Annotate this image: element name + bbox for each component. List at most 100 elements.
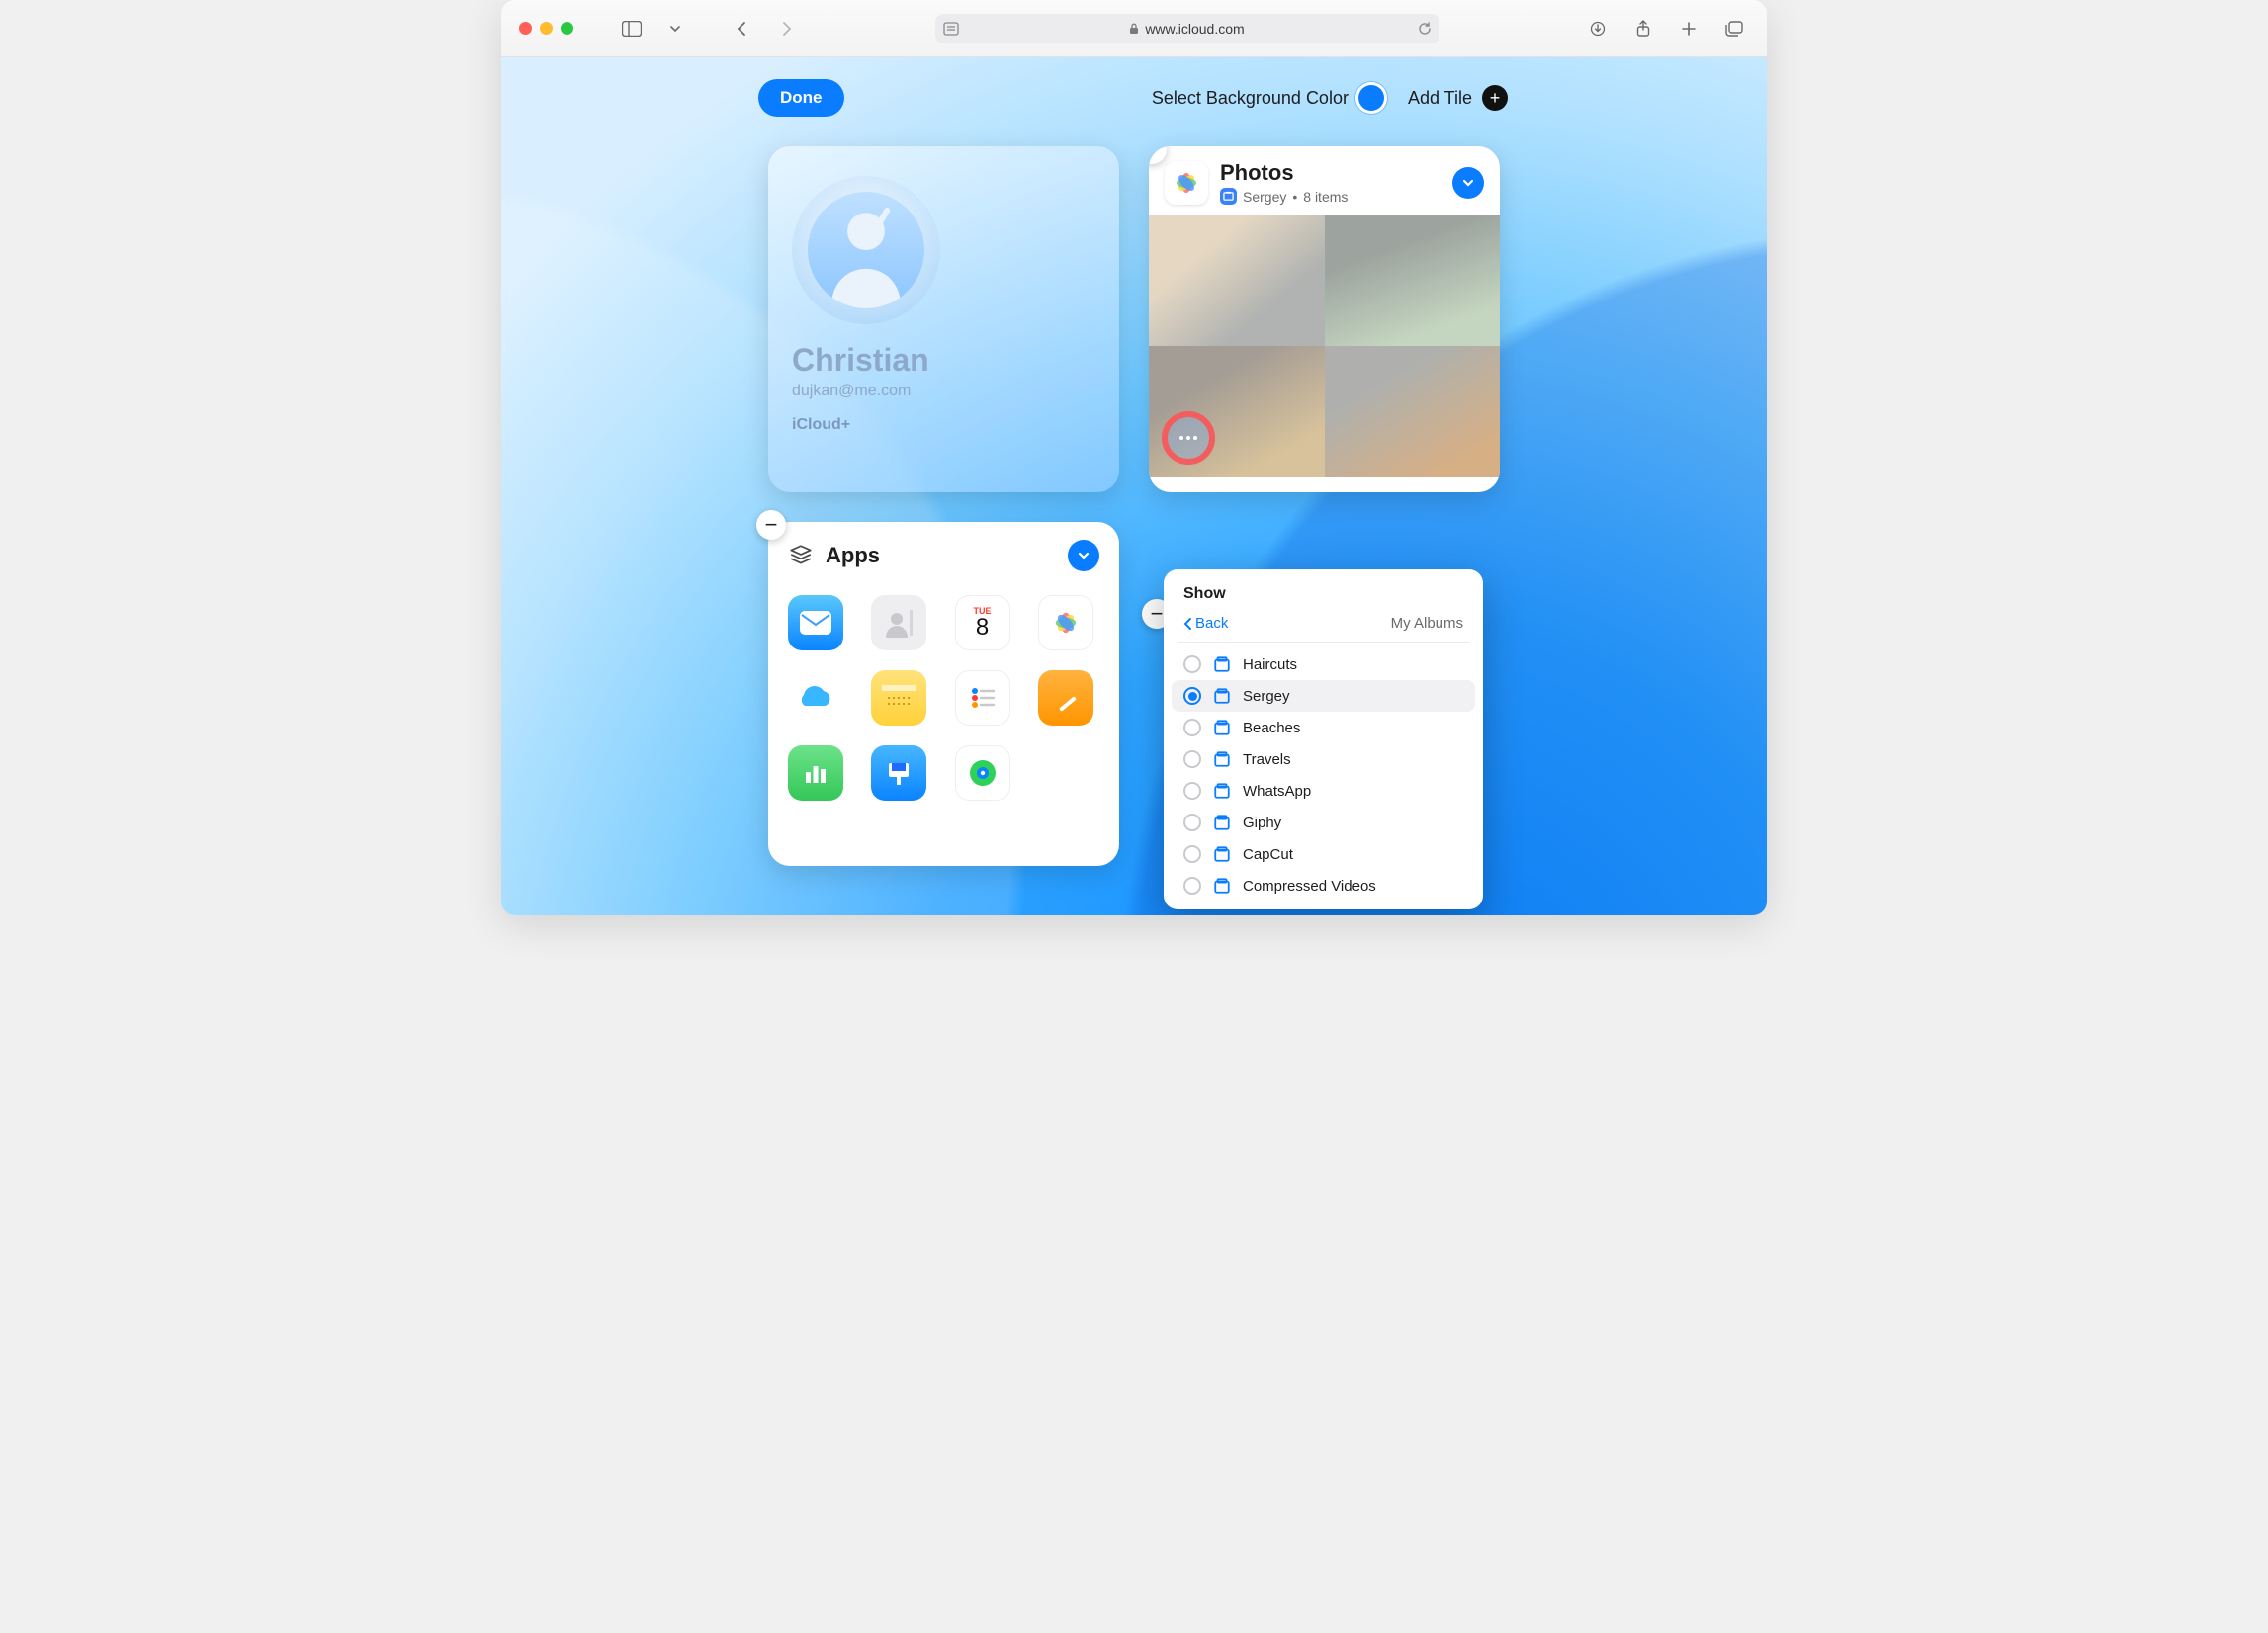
minimize-window-button[interactable] bbox=[540, 22, 553, 35]
reader-mode-icon[interactable] bbox=[943, 22, 959, 36]
album-option-label: Sergey bbox=[1243, 688, 1290, 705]
app-notes-icon[interactable] bbox=[871, 670, 926, 726]
app-grid: TUE 8 bbox=[788, 595, 1099, 801]
toolbar-right bbox=[1583, 16, 1749, 42]
add-tile-label: Add Tile bbox=[1408, 88, 1472, 109]
app-reminders-icon[interactable] bbox=[955, 670, 1010, 726]
album-option[interactable]: Sergey bbox=[1172, 680, 1475, 712]
app-keynote-icon[interactable] bbox=[871, 745, 926, 801]
reload-icon[interactable] bbox=[1418, 22, 1432, 36]
edit-mode-bar: Done Select Background Color Add Tile + bbox=[501, 57, 1767, 117]
album-icon bbox=[1220, 188, 1237, 205]
share-icon[interactable] bbox=[1628, 16, 1658, 42]
photos-item-count: 8 items bbox=[1303, 189, 1348, 205]
calendar-day: 8 bbox=[976, 616, 989, 640]
album-option[interactable]: WhatsApp bbox=[1172, 775, 1475, 807]
background-color-control[interactable]: Select Background Color bbox=[1152, 85, 1384, 111]
apps-stack-icon bbox=[788, 543, 814, 568]
url-text: www.icloud.com bbox=[1145, 21, 1244, 37]
chevron-left-icon bbox=[1183, 617, 1193, 631]
safari-window: www.icloud.com Done Selec bbox=[501, 0, 1767, 915]
tab-group-chevron-icon[interactable] bbox=[660, 16, 690, 42]
app-findmy-icon[interactable] bbox=[955, 745, 1010, 801]
lock-icon bbox=[1129, 23, 1139, 35]
app-calendar-icon[interactable]: TUE 8 bbox=[955, 595, 1010, 650]
photos-tile[interactable]: − Photos bbox=[1149, 146, 1500, 492]
album-option-label: Beaches bbox=[1243, 720, 1300, 736]
done-button[interactable]: Done bbox=[758, 79, 844, 117]
nav-back-button[interactable] bbox=[728, 16, 757, 42]
photos-tile-header: Photos Sergey • 8 items bbox=[1149, 146, 1500, 215]
apps-tile[interactable]: − Apps bbox=[768, 522, 1119, 866]
album-option-label: Compressed Videos bbox=[1243, 878, 1376, 895]
profile-email: dujkan@me.com bbox=[792, 383, 1095, 400]
popover-title: Show bbox=[1164, 581, 1483, 609]
app-photos-icon[interactable] bbox=[1038, 595, 1093, 650]
close-window-button[interactable] bbox=[519, 22, 532, 35]
annotation-circle bbox=[1162, 411, 1215, 465]
avatar bbox=[808, 192, 924, 308]
avatar-container bbox=[792, 176, 940, 324]
nav-forward-button[interactable] bbox=[771, 16, 801, 42]
radio-icon bbox=[1183, 845, 1201, 863]
browser-toolbar: www.icloud.com bbox=[501, 0, 1767, 57]
album-option-label: Travels bbox=[1243, 751, 1291, 768]
album-option[interactable]: Giphy bbox=[1172, 807, 1475, 838]
profile-tile[interactable]: Christian dujkan@me.com iCloud+ bbox=[768, 146, 1119, 492]
album-option[interactable]: CapCut bbox=[1172, 838, 1475, 870]
app-numbers-icon[interactable] bbox=[788, 745, 843, 801]
tile-expand-button[interactable] bbox=[1452, 167, 1484, 199]
photo-thumb[interactable] bbox=[1325, 346, 1501, 477]
photos-album-name: Sergey bbox=[1243, 189, 1286, 205]
address-bar[interactable]: www.icloud.com bbox=[935, 14, 1439, 43]
tile-expand-button[interactable] bbox=[1068, 540, 1099, 571]
window-controls bbox=[519, 22, 573, 35]
album-list: Haircuts Sergey Beaches Travels WhatsApp Giph… bbox=[1164, 648, 1483, 902]
album-option-label: Giphy bbox=[1243, 815, 1281, 831]
popover-back-button[interactable]: Back bbox=[1183, 615, 1228, 632]
background-color-label: Select Background Color bbox=[1152, 88, 1349, 109]
album-option-label: Haircuts bbox=[1243, 656, 1297, 673]
sidebar-toggle-button[interactable] bbox=[617, 16, 647, 42]
radio-icon bbox=[1183, 750, 1201, 768]
popover-back-label: Back bbox=[1195, 615, 1228, 632]
photos-app-icon bbox=[1165, 161, 1208, 205]
avatar-person-icon bbox=[808, 192, 924, 308]
album-option[interactable]: Travels bbox=[1172, 743, 1475, 775]
app-contacts-icon[interactable] bbox=[871, 595, 926, 650]
tab-overview-icon[interactable] bbox=[1719, 16, 1749, 42]
photos-tile-subtitle: Sergey • 8 items bbox=[1220, 188, 1348, 205]
profile-plan: iCloud+ bbox=[792, 416, 1095, 434]
app-mail-icon[interactable] bbox=[788, 595, 843, 650]
app-drive-icon[interactable] bbox=[788, 670, 843, 726]
album-option[interactable]: Compressed Videos bbox=[1172, 870, 1475, 902]
photo-thumb[interactable] bbox=[1149, 215, 1325, 346]
popover-breadcrumb: My Albums bbox=[1391, 615, 1463, 632]
photo-thumb[interactable] bbox=[1325, 215, 1501, 346]
photo-thumbnails bbox=[1149, 215, 1500, 477]
new-tab-icon[interactable] bbox=[1674, 16, 1703, 42]
background-color-swatch[interactable] bbox=[1358, 85, 1384, 111]
profile-name: Christian bbox=[792, 342, 1095, 379]
radio-icon bbox=[1183, 814, 1201, 831]
radio-icon bbox=[1183, 687, 1201, 705]
radio-icon bbox=[1183, 877, 1201, 895]
remove-tile-button[interactable]: − bbox=[756, 510, 786, 540]
album-option-label: CapCut bbox=[1243, 846, 1293, 863]
add-tile-control[interactable]: Add Tile + bbox=[1408, 85, 1508, 111]
icloud-page: Done Select Background Color Add Tile + bbox=[501, 57, 1767, 915]
photos-tile-title: Photos bbox=[1220, 160, 1348, 186]
show-album-popover: Show Back My Albums Haircuts Sergey Beache… bbox=[1164, 569, 1483, 909]
photo-thumb[interactable] bbox=[1149, 346, 1325, 477]
radio-icon bbox=[1183, 782, 1201, 800]
album-option[interactable]: Haircuts bbox=[1172, 648, 1475, 680]
apps-tile-title: Apps bbox=[826, 543, 880, 568]
album-option[interactable]: Beaches bbox=[1172, 712, 1475, 743]
downloads-icon[interactable] bbox=[1583, 16, 1613, 42]
plus-icon: + bbox=[1482, 85, 1508, 111]
radio-icon bbox=[1183, 719, 1201, 736]
fullscreen-window-button[interactable] bbox=[561, 22, 573, 35]
app-pages-icon[interactable] bbox=[1038, 670, 1093, 726]
album-option-label: WhatsApp bbox=[1243, 783, 1311, 800]
more-options-button[interactable] bbox=[1167, 416, 1210, 460]
